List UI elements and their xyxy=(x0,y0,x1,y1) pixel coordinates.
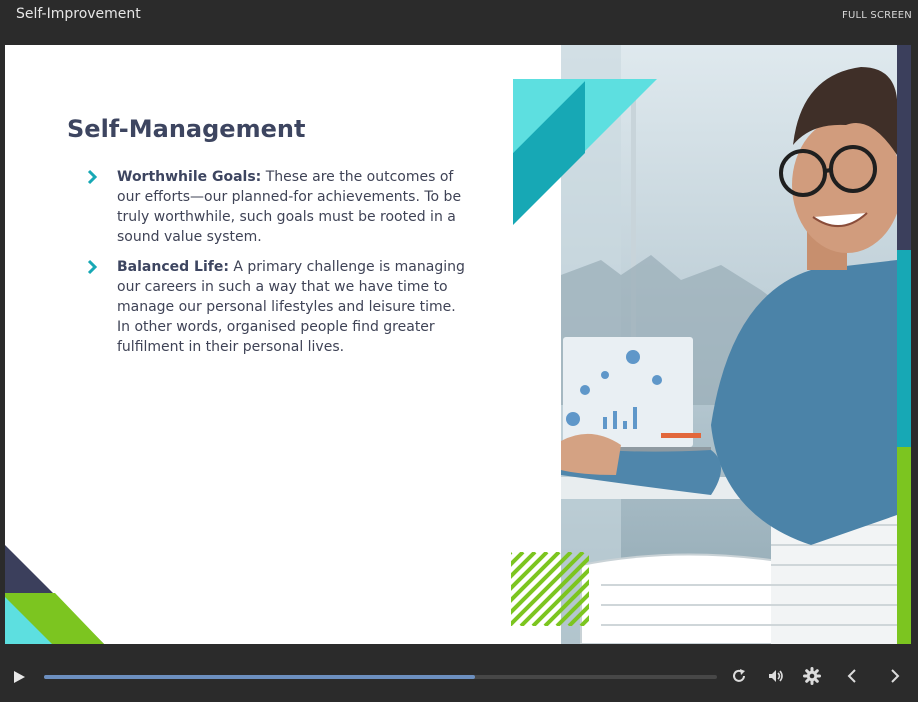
decorative-corner-triangles xyxy=(5,545,104,644)
previous-icon[interactable] xyxy=(843,667,861,685)
bullet-term: Worthwhile Goals: xyxy=(117,169,262,185)
accent-stripe xyxy=(897,45,911,644)
fullscreen-button[interactable]: FULL SCREEN xyxy=(842,10,912,21)
top-bar: Self-Improvement FULL SCREEN xyxy=(0,0,918,44)
slide-canvas: Self-Management Worthwhile Goals: These … xyxy=(5,45,911,644)
play-icon[interactable] xyxy=(12,670,26,684)
bullet-term: Balanced Life: xyxy=(117,259,229,275)
progress-bar[interactable] xyxy=(44,675,717,679)
bullet-worthwhile-goals: Worthwhile Goals: These are the outcomes… xyxy=(85,167,465,247)
bullet-list: Worthwhile Goals: These are the outcomes… xyxy=(85,167,465,367)
decorative-hatch-pattern xyxy=(511,552,589,626)
gear-icon[interactable] xyxy=(803,667,821,685)
next-icon[interactable] xyxy=(886,667,904,685)
slide-title: Self-Management xyxy=(67,115,306,143)
progress-fill xyxy=(44,675,475,679)
chevron-right-icon xyxy=(87,259,98,275)
decorative-triangles xyxy=(513,79,657,225)
chevron-right-icon xyxy=(87,169,98,185)
course-title: Self-Improvement xyxy=(16,6,141,22)
bullet-balanced-life: Balanced Life: A primary challenge is ma… xyxy=(85,257,465,357)
player-control-bar xyxy=(0,650,918,702)
volume-icon[interactable] xyxy=(767,667,785,685)
replay-icon[interactable] xyxy=(730,667,748,685)
